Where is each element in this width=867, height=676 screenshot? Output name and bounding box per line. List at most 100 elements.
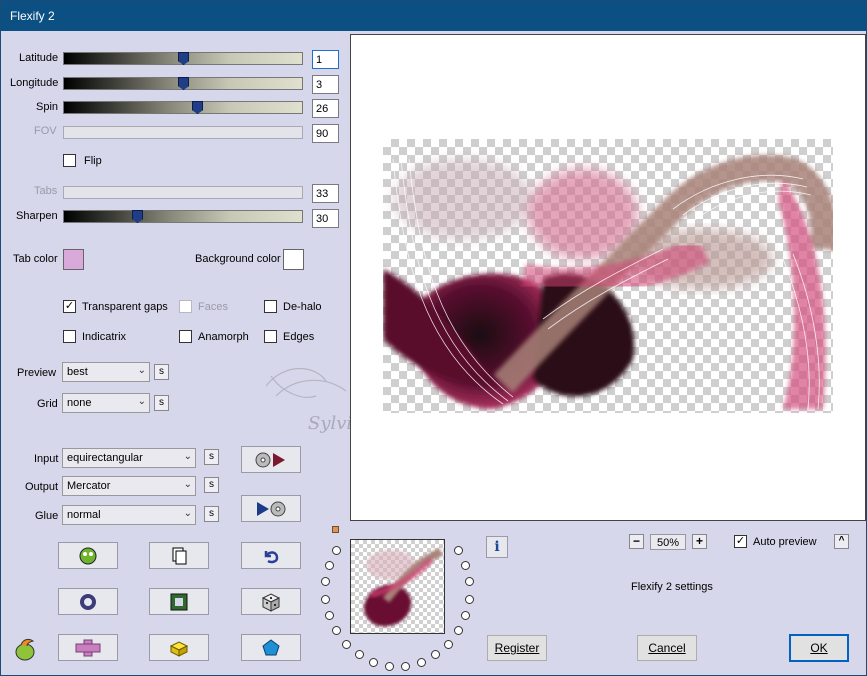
preview-panel[interactable]	[350, 34, 866, 521]
ok-button[interactable]: OK	[789, 634, 849, 662]
play-to-disc-icon	[257, 501, 286, 516]
reset-button[interactable]	[58, 588, 118, 615]
gem-button[interactable]	[241, 634, 301, 661]
faces-checkbox[interactable]	[179, 300, 192, 313]
frame-icon	[170, 593, 188, 610]
dice-icon	[261, 592, 281, 612]
zoom-level: 50%	[650, 534, 686, 550]
tab-color-swatch[interactable]	[63, 249, 84, 270]
navigator-handle[interactable]	[332, 526, 339, 533]
navigator-dot[interactable]	[464, 577, 474, 587]
edges-checkbox[interactable]	[264, 330, 277, 343]
latitude-slider[interactable]	[63, 52, 303, 65]
navigator-dot[interactable]	[431, 650, 441, 660]
flexify-dialog: Flexify 2 Latitude 1 Longitude 3 Spin 26…	[0, 0, 867, 676]
sharpen-slider[interactable]	[63, 210, 303, 223]
anamorph-checkbox[interactable]	[179, 330, 192, 343]
navigator-dot[interactable]	[384, 661, 394, 671]
chevron-down-icon: ⌄	[137, 396, 146, 407]
copy-settings-button[interactable]	[149, 542, 209, 569]
navigator-dot[interactable]	[401, 661, 411, 671]
block-button[interactable]	[149, 634, 209, 661]
frame-button[interactable]	[149, 588, 209, 615]
flip-checkbox[interactable]	[63, 154, 76, 167]
navigator-dot[interactable]	[321, 577, 331, 587]
title-bar: Flexify 2	[1, 1, 866, 31]
grid-s-button[interactable]: s	[154, 395, 169, 411]
pentagon-gem-icon	[262, 638, 280, 655]
preview-mode-value: best	[67, 366, 88, 378]
ok-button-label: OK	[810, 641, 828, 655]
navigator-dot[interactable]	[332, 545, 342, 555]
navigator-dot[interactable]	[453, 545, 463, 555]
collapse-button[interactable]: ^	[834, 534, 849, 549]
navigator-dot[interactable]	[369, 657, 379, 667]
navigator-dot[interactable]	[464, 594, 474, 604]
background-color-swatch[interactable]	[283, 249, 304, 270]
zoom-in-button[interactable]: +	[692, 534, 707, 549]
navigator-dot[interactable]	[453, 626, 463, 636]
sharpen-slider-thumb[interactable]	[132, 210, 143, 223]
navigator-dot[interactable]	[443, 639, 453, 649]
navigator-dot[interactable]	[342, 639, 352, 649]
preview-mode-s-button[interactable]: s	[154, 364, 169, 380]
undo-button[interactable]	[241, 542, 301, 569]
spin-slider[interactable]	[63, 101, 303, 114]
flaming-pear-logo-icon	[15, 638, 35, 661]
flip-label: Flip	[84, 155, 102, 167]
fov-slider[interactable]	[63, 126, 303, 139]
grid-select[interactable]: none ⌄	[62, 393, 150, 413]
fov-input[interactable]: 90	[312, 124, 339, 143]
sharpen-input[interactable]: 30	[312, 209, 339, 228]
disc-to-play-icon	[255, 452, 285, 467]
filter-menu-button[interactable]	[58, 634, 118, 661]
random-creature-button[interactable]	[58, 542, 118, 569]
auto-preview-label: Auto preview	[753, 536, 817, 548]
navigator-dot[interactable]	[325, 560, 335, 570]
preview-mode-select[interactable]: best ⌄	[62, 362, 150, 382]
navigator-thumbnail[interactable]	[350, 539, 445, 634]
tabs-input[interactable]: 33	[312, 184, 339, 203]
input-projection-select[interactable]: equirectangular ⌄	[62, 448, 196, 468]
latitude-label: Latitude	[19, 52, 59, 64]
load-input-button[interactable]	[241, 446, 301, 473]
navigator-dot[interactable]	[332, 626, 342, 636]
navigator-dot[interactable]	[321, 594, 331, 604]
info-button[interactable]: i	[486, 536, 508, 558]
auto-preview-checkbox[interactable]: ✓	[734, 535, 747, 548]
latitude-slider-thumb[interactable]	[178, 52, 189, 65]
cancel-button[interactable]: Cancel	[637, 635, 697, 661]
glue-select[interactable]: normal ⌄	[62, 505, 196, 525]
longitude-label: Longitude	[10, 77, 59, 89]
save-output-button[interactable]	[241, 495, 301, 522]
input-projection-s-button[interactable]: s	[204, 449, 219, 465]
longitude-slider[interactable]	[63, 77, 303, 90]
glue-s-button[interactable]: s	[204, 506, 219, 522]
latitude-input[interactable]: 1	[312, 50, 339, 69]
dehalo-label: De-halo	[283, 301, 322, 313]
output-projection-s-button[interactable]: s	[204, 477, 219, 493]
longitude-input[interactable]: 3	[312, 75, 339, 94]
navigator-dot[interactable]	[460, 560, 470, 570]
output-projection-select[interactable]: Mercator ⌄	[62, 476, 196, 496]
spin-slider-thumb[interactable]	[192, 101, 203, 114]
transparent-gaps-checkbox[interactable]: ✓	[63, 300, 76, 313]
spin-input[interactable]: 26	[312, 99, 339, 118]
chevron-down-icon: ⌄	[183, 508, 192, 519]
background-color-label: Background color	[195, 253, 281, 265]
randomize-button[interactable]	[241, 588, 301, 615]
tabs-slider[interactable]	[63, 186, 303, 199]
indicatrix-checkbox[interactable]	[63, 330, 76, 343]
undo-arrow-icon	[264, 550, 279, 563]
glue-value: normal	[67, 509, 101, 521]
dehalo-checkbox[interactable]	[264, 300, 277, 313]
longitude-slider-thumb[interactable]	[178, 77, 189, 90]
fov-label: FOV	[34, 125, 57, 137]
navigator-dot[interactable]	[325, 611, 335, 621]
indicatrix-label: Indicatrix	[82, 331, 127, 343]
navigator-dot[interactable]	[416, 657, 426, 667]
navigator-dot[interactable]	[354, 650, 364, 660]
zoom-out-button[interactable]: −	[629, 534, 644, 549]
register-button[interactable]: Register	[487, 635, 547, 661]
navigator-dot[interactable]	[460, 611, 470, 621]
